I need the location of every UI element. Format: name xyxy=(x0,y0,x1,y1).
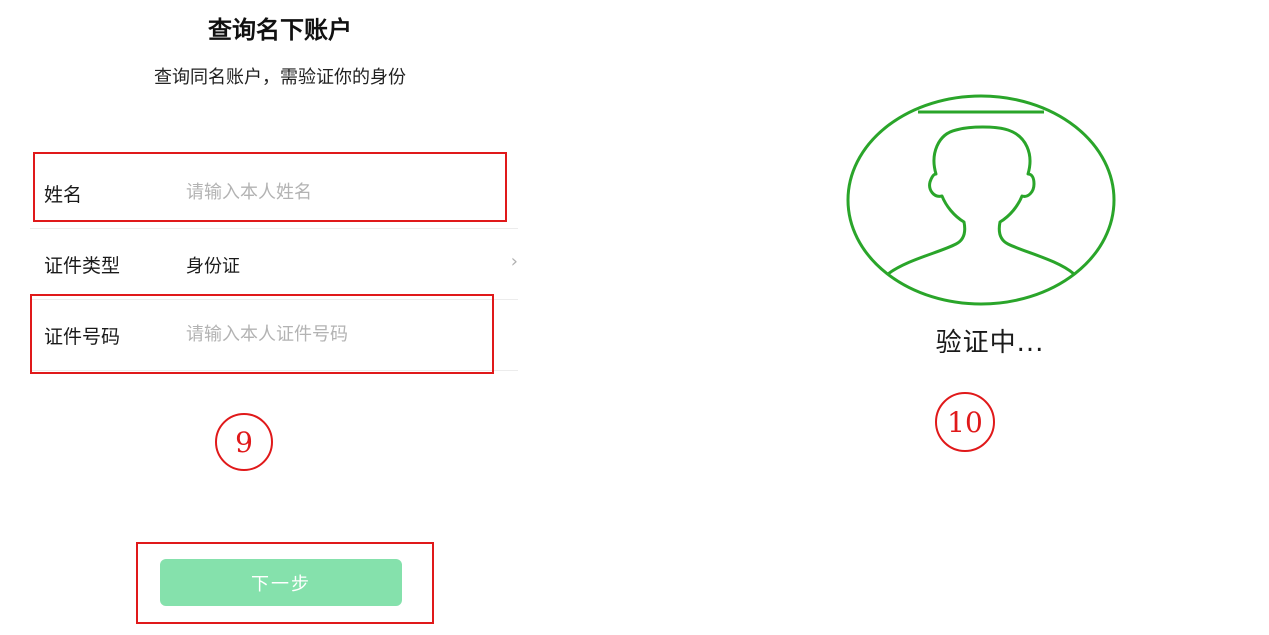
id-type-label: 证件类型 xyxy=(44,255,121,277)
next-step-button[interactable]: 下一步 xyxy=(160,559,402,606)
face-verification-frame xyxy=(846,94,1116,306)
page-subtitle: 查询同名账户，需验证你的身份 xyxy=(154,67,406,88)
verification-status: 验证中... xyxy=(935,328,1045,358)
step-marker-9: 9 xyxy=(215,413,273,471)
id-number-row: 证件号码 xyxy=(30,300,518,371)
name-input[interactable] xyxy=(186,176,486,208)
face-silhouette-icon xyxy=(887,125,1075,276)
id-number-input[interactable] xyxy=(186,318,486,350)
step-marker-10: 10 xyxy=(935,392,995,452)
chevron-right-icon: › xyxy=(510,251,518,272)
id-type-value: 身份证 xyxy=(186,256,240,277)
name-row: 姓名 xyxy=(30,158,518,229)
name-label: 姓名 xyxy=(44,184,83,206)
id-type-row[interactable]: 证件类型 身份证 › xyxy=(30,229,518,300)
id-number-label: 证件号码 xyxy=(44,326,121,348)
page-title: 查询名下账户 xyxy=(208,16,352,44)
